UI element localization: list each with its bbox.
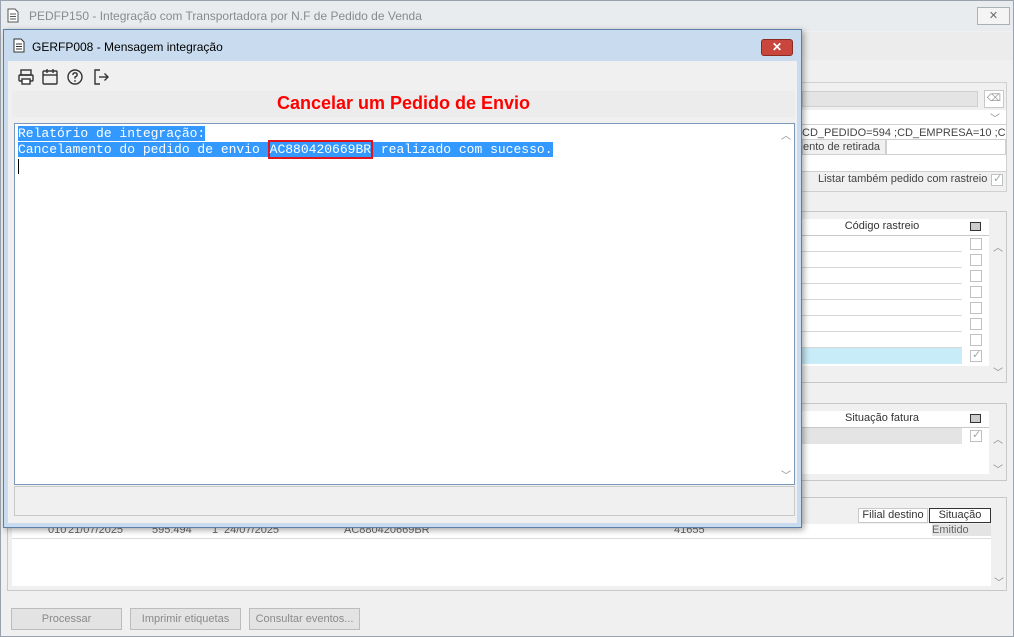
dropdown-field[interactable]: ﹀ xyxy=(802,110,1006,125)
column-toggle-icon xyxy=(970,414,981,423)
exit-icon[interactable] xyxy=(92,68,110,86)
dialog-heading-band: Cancelar um Pedido de Envio xyxy=(12,91,795,117)
retirada-label: ento de retirada xyxy=(802,139,886,155)
processar-button[interactable]: Processar xyxy=(11,608,122,630)
report-line-2-suffix: realizado com sucesso. xyxy=(373,142,553,157)
invoice-select-all-header[interactable] xyxy=(962,411,989,428)
calendar-icon[interactable] xyxy=(41,68,59,86)
invoice-grid: Situação fatura ︿ ﹀ xyxy=(801,403,1007,481)
row-checkbox[interactable] xyxy=(970,270,982,282)
report-line-2-prefix: Cancelamento do pedido de envio xyxy=(18,142,268,157)
imprimir-etiquetas-button[interactable]: Imprimir etiquetas xyxy=(130,608,241,630)
tracking-code-highlight: AC880420669BR xyxy=(267,140,374,159)
row-checkbox[interactable] xyxy=(970,318,982,330)
report-line-2: Cancelamento do pedido de envio AC880420… xyxy=(18,140,553,159)
row-checkbox[interactable] xyxy=(970,348,982,362)
scroll-down-icon[interactable]: ﹀ xyxy=(993,364,1003,379)
list-with-tracking-checkbox[interactable] xyxy=(991,172,1003,186)
report-line-1-text: Relatório de integração: xyxy=(18,126,206,141)
tracking-column-header[interactable]: Código rastreio xyxy=(802,219,962,236)
consultar-eventos-button[interactable]: Consultar eventos... xyxy=(249,608,360,630)
help-icon[interactable] xyxy=(66,68,84,86)
row-checkbox[interactable] xyxy=(970,302,982,314)
row-checkbox[interactable] xyxy=(970,254,982,266)
printer-icon[interactable] xyxy=(17,68,35,86)
clear-filter-icon[interactable]: ⌫ xyxy=(984,90,1004,108)
scroll-up-icon[interactable]: ︿ xyxy=(993,431,1003,446)
select-all-header[interactable] xyxy=(962,219,989,236)
report-line-1: Relatório de integração: xyxy=(18,126,206,142)
invoice-column-header[interactable]: Situação fatura xyxy=(802,411,962,428)
row-checkbox[interactable] xyxy=(970,286,982,298)
main-titlebar: PEDFP150 - Integração com Transportadora… xyxy=(1,1,1013,31)
main-window-title: PEDFP150 - Integração com Transportadora… xyxy=(29,9,422,23)
selected-row[interactable] xyxy=(802,348,962,364)
situacao-header[interactable]: Situação xyxy=(929,508,991,523)
document-icon xyxy=(7,8,19,23)
row-checkbox[interactable] xyxy=(970,238,982,250)
cell-situacao: Emitido xyxy=(932,524,991,536)
empty-field[interactable] xyxy=(802,155,1006,172)
text-cursor xyxy=(18,159,19,174)
document-icon xyxy=(13,38,25,53)
result-grid-body: 010 21/07/2025 595.494 1 24/07/2025 AC88… xyxy=(12,524,991,586)
dialog-status-bar xyxy=(14,486,795,516)
integration-report-textarea[interactable]: Relatório de integração: Cancelamento do… xyxy=(14,123,795,485)
tracking-grid-body xyxy=(802,236,989,366)
integration-message-dialog: GERFP008 - Mensagem integração ✕ Cancela… xyxy=(3,29,802,528)
dialog-title: GERFP008 - Mensagem integração xyxy=(32,40,223,54)
scroll-down-icon[interactable]: ﹀ xyxy=(994,574,1004,589)
dialog-titlebar: GERFP008 - Mensagem integração ✕ xyxy=(4,30,801,60)
scroll-up-icon[interactable]: ︿ xyxy=(993,239,1003,254)
column-toggle-icon xyxy=(970,222,981,231)
main-close-button[interactable]: ✕ xyxy=(977,7,1010,25)
scroll-down-icon[interactable]: ﹀ xyxy=(993,461,1003,476)
invoice-row[interactable] xyxy=(802,428,962,444)
scroll-down-icon[interactable]: ﹀ xyxy=(781,467,791,482)
filial-destino-header[interactable]: Filial destino xyxy=(858,508,928,523)
dialog-close-button[interactable]: ✕ xyxy=(761,39,793,56)
invoice-grid-body xyxy=(802,428,989,474)
row-checkbox[interactable] xyxy=(970,334,982,346)
retirada-field[interactable] xyxy=(886,139,1006,155)
list-with-tracking-label: Listar também pedido com rastreio xyxy=(818,173,988,185)
scroll-up-icon[interactable]: ︿ xyxy=(781,127,791,142)
filter-text-field[interactable] xyxy=(802,91,978,107)
chevron-down-icon: ﹀ xyxy=(990,114,1000,125)
filter-panel: ⌫ ﹀ CD_PEDIDO=594 ;CD_EMPRESA=10 ;CD ent… xyxy=(801,82,1007,192)
dialog-toolbar xyxy=(8,63,797,91)
dialog-heading: Cancelar um Pedido de Envio xyxy=(276,93,531,113)
invoice-row-checkbox[interactable] xyxy=(970,428,982,442)
tracking-grid: Código rastreio ︿ ﹀ xyxy=(801,211,1007,383)
